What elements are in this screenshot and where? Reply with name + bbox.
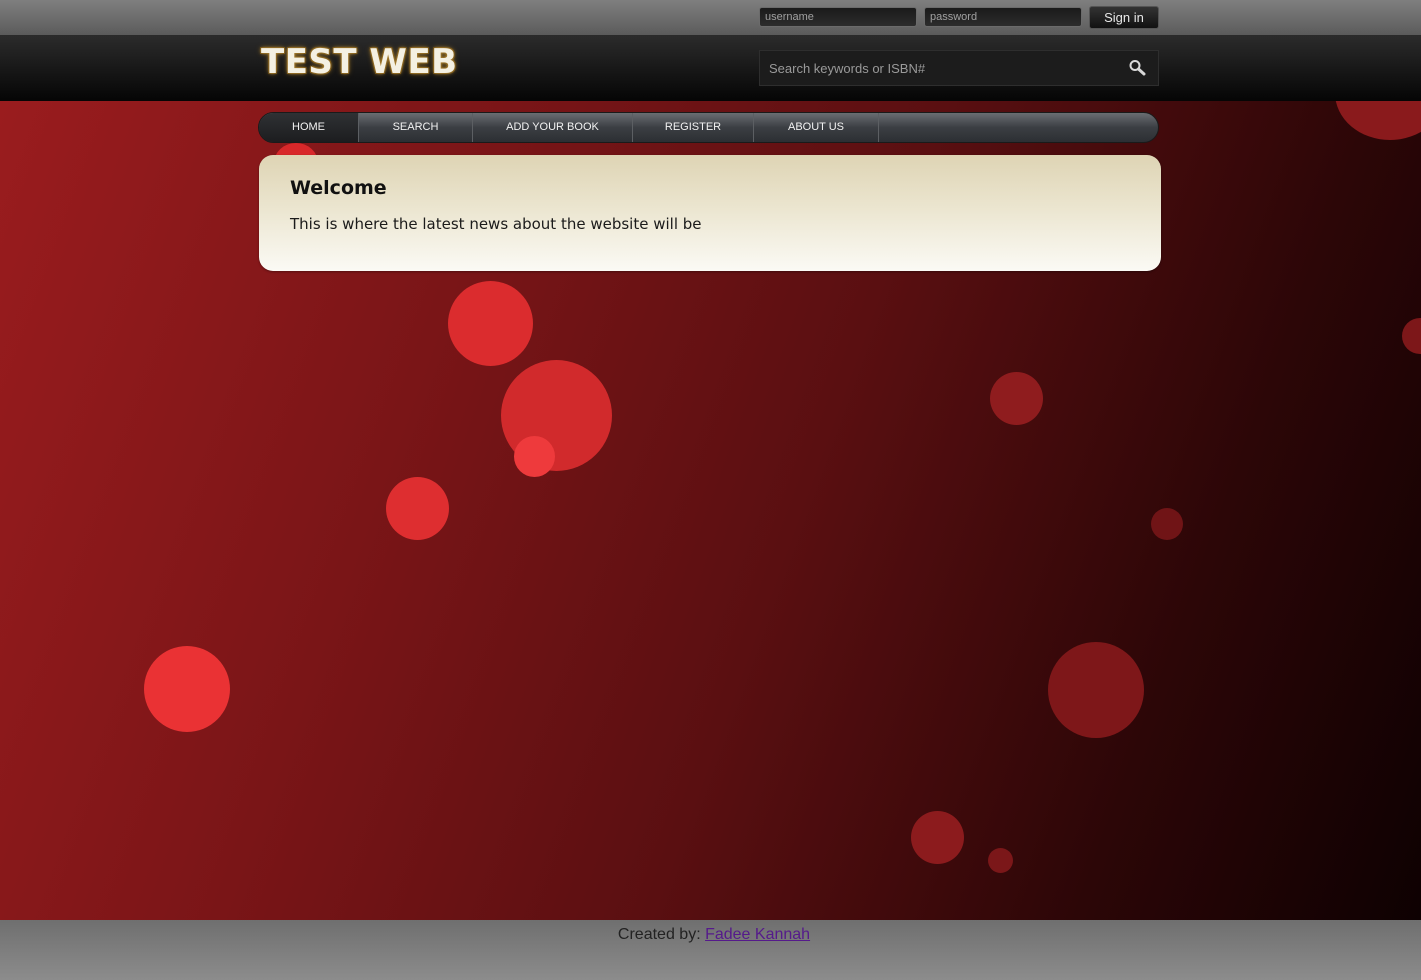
- welcome-panel: Welcome This is where the latest news ab…: [259, 155, 1161, 271]
- bokeh-circle: [386, 477, 449, 540]
- welcome-text: This is where the latest news about the …: [290, 215, 702, 233]
- bokeh-circle: [911, 811, 964, 864]
- search-box: [759, 50, 1159, 86]
- nav-add-your-book[interactable]: ADD YOUR BOOK: [473, 113, 633, 142]
- bokeh-circle: [988, 848, 1013, 873]
- site-logo[interactable]: TEST WEB: [261, 42, 458, 82]
- site-footer: Created by: Fadee Kannah: [0, 920, 1421, 980]
- site-header: TEST WEB: [0, 36, 1421, 101]
- username-input[interactable]: [759, 7, 917, 27]
- bokeh-circle: [144, 646, 230, 732]
- password-input[interactable]: [924, 7, 1082, 27]
- bokeh-circle: [1335, 101, 1421, 140]
- footer-created-by-label: Created by:: [617, 926, 706, 943]
- nav-about-us[interactable]: ABOUT US: [754, 113, 879, 142]
- bokeh-circle: [448, 281, 533, 366]
- bokeh-circle: [990, 372, 1043, 425]
- bokeh-circle: [1402, 318, 1421, 354]
- nav-search[interactable]: SEARCH: [359, 113, 473, 142]
- login-bar: Sign in: [0, 0, 1421, 36]
- search-input[interactable]: [769, 60, 1109, 77]
- sign-in-button[interactable]: Sign in: [1089, 6, 1159, 29]
- nav-register[interactable]: REGISTER: [633, 113, 754, 142]
- welcome-title: Welcome: [290, 177, 387, 199]
- nav-home[interactable]: HOME: [259, 113, 359, 142]
- bokeh-circle: [1151, 508, 1183, 540]
- search-icon[interactable]: [1128, 59, 1148, 77]
- author-link[interactable]: Fadee Kannah: [705, 926, 810, 943]
- main-nav: HOME SEARCH ADD YOUR BOOK REGISTER ABOUT…: [258, 112, 1159, 143]
- bokeh-circle: [1048, 642, 1144, 738]
- bokeh-circle: [514, 436, 555, 477]
- footer-credit: Created by: Fadee Kannah: [0, 926, 1421, 944]
